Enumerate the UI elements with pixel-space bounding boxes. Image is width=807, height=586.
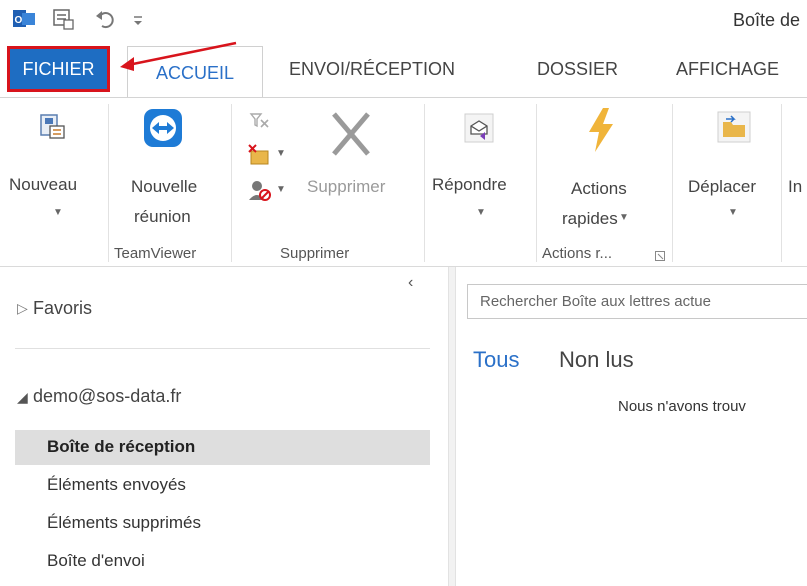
quick-actions-dropdown-icon[interactable]: ▼ — [619, 212, 629, 223]
send-receive-icon[interactable] — [52, 8, 74, 30]
junk-icon[interactable] — [247, 178, 273, 202]
collapse-pane-icon[interactable]: ‹ — [408, 274, 413, 292]
delete-icon[interactable] — [330, 110, 372, 158]
reply-label[interactable]: Répondre — [432, 170, 507, 200]
ribbon-separator — [231, 104, 232, 262]
group-label-quick-actions: Actions r... — [542, 245, 613, 262]
new-meeting-label-1[interactable]: Nouvelle — [131, 172, 197, 202]
new-items-icon[interactable] — [39, 112, 67, 142]
annotation-arrow-icon — [120, 41, 237, 71]
dialog-launcher-icon[interactable] — [655, 251, 665, 261]
account-header[interactable]: demo@sos-data.fr — [33, 386, 181, 407]
search-input[interactable]: Rechercher Boîte aux lettres actue — [467, 284, 807, 319]
favorites-header[interactable]: Favoris — [33, 298, 92, 319]
delete-label[interactable]: Supprimer — [307, 172, 385, 202]
tab-view[interactable]: AFFICHAGE — [676, 40, 779, 98]
move-icon[interactable] — [716, 110, 752, 144]
tab-file[interactable]: FICHIER — [7, 46, 110, 92]
filter-unread[interactable]: Non lus — [559, 347, 634, 373]
search-placeholder: Rechercher Boîte aux lettres actue — [480, 293, 711, 310]
reply-icon[interactable] — [463, 112, 495, 144]
title-bar: O Boîte de — [0, 0, 807, 40]
ribbon-separator — [424, 104, 425, 262]
filter-all[interactable]: Tous — [473, 347, 519, 373]
folder-outbox[interactable]: Boîte d'envoi — [47, 551, 145, 571]
junk-dropdown-icon[interactable]: ▼ — [276, 184, 286, 195]
nav-separator — [15, 348, 430, 349]
empty-list-message: Nous n'avons trouv — [618, 398, 746, 415]
ribbon-separator — [108, 104, 109, 262]
teamviewer-icon[interactable] — [143, 108, 183, 148]
group-label-delete: Supprimer — [280, 245, 350, 262]
reply-dropdown-icon[interactable]: ▼ — [476, 207, 486, 218]
ribbon-separator — [672, 104, 673, 262]
folder-inbox[interactable]: Boîte de réception — [47, 437, 195, 457]
tab-folder[interactable]: DOSSIER — [537, 40, 618, 98]
pane-splitter[interactable] — [448, 267, 456, 586]
customize-toolbar-icon[interactable] — [127, 8, 149, 30]
new-meeting-label-2[interactable]: réunion — [134, 202, 191, 232]
group-label-teamviewer: TeamViewer — [114, 245, 197, 262]
folder-deleted[interactable]: Éléments supprimés — [47, 513, 201, 533]
ribbon-cut-off-label[interactable]: In — [788, 172, 802, 202]
ignore-icon[interactable] — [247, 108, 271, 132]
undo-icon[interactable] — [94, 8, 116, 30]
new-label[interactable]: Nouveau — [9, 170, 77, 200]
move-label[interactable]: Déplacer — [688, 172, 756, 202]
window-title: Boîte de — [733, 10, 801, 30]
clean-up-icon[interactable] — [247, 143, 273, 167]
ribbon — [0, 98, 807, 265]
move-dropdown-icon[interactable]: ▼ — [728, 207, 738, 218]
svg-text:O: O — [15, 15, 23, 26]
quick-actions-icon[interactable] — [585, 106, 617, 154]
folder-sent[interactable]: Éléments envoyés — [47, 475, 186, 495]
new-dropdown-icon[interactable]: ▼ — [53, 207, 63, 218]
tab-send-receive[interactable]: ENVOI/RÉCEPTION — [289, 40, 455, 98]
clean-up-dropdown-icon[interactable]: ▼ — [276, 148, 286, 159]
expand-arrow-icon[interactable]: ▷ — [17, 300, 28, 317]
ribbon-separator — [536, 104, 537, 262]
ribbon-separator — [781, 104, 782, 262]
collapse-arrow-icon[interactable]: ◢ — [17, 389, 28, 406]
quick-actions-label-1[interactable]: Actions — [571, 174, 627, 204]
outlook-icon[interactable]: O — [13, 8, 35, 30]
quick-actions-label-2[interactable]: rapides — [562, 204, 618, 234]
